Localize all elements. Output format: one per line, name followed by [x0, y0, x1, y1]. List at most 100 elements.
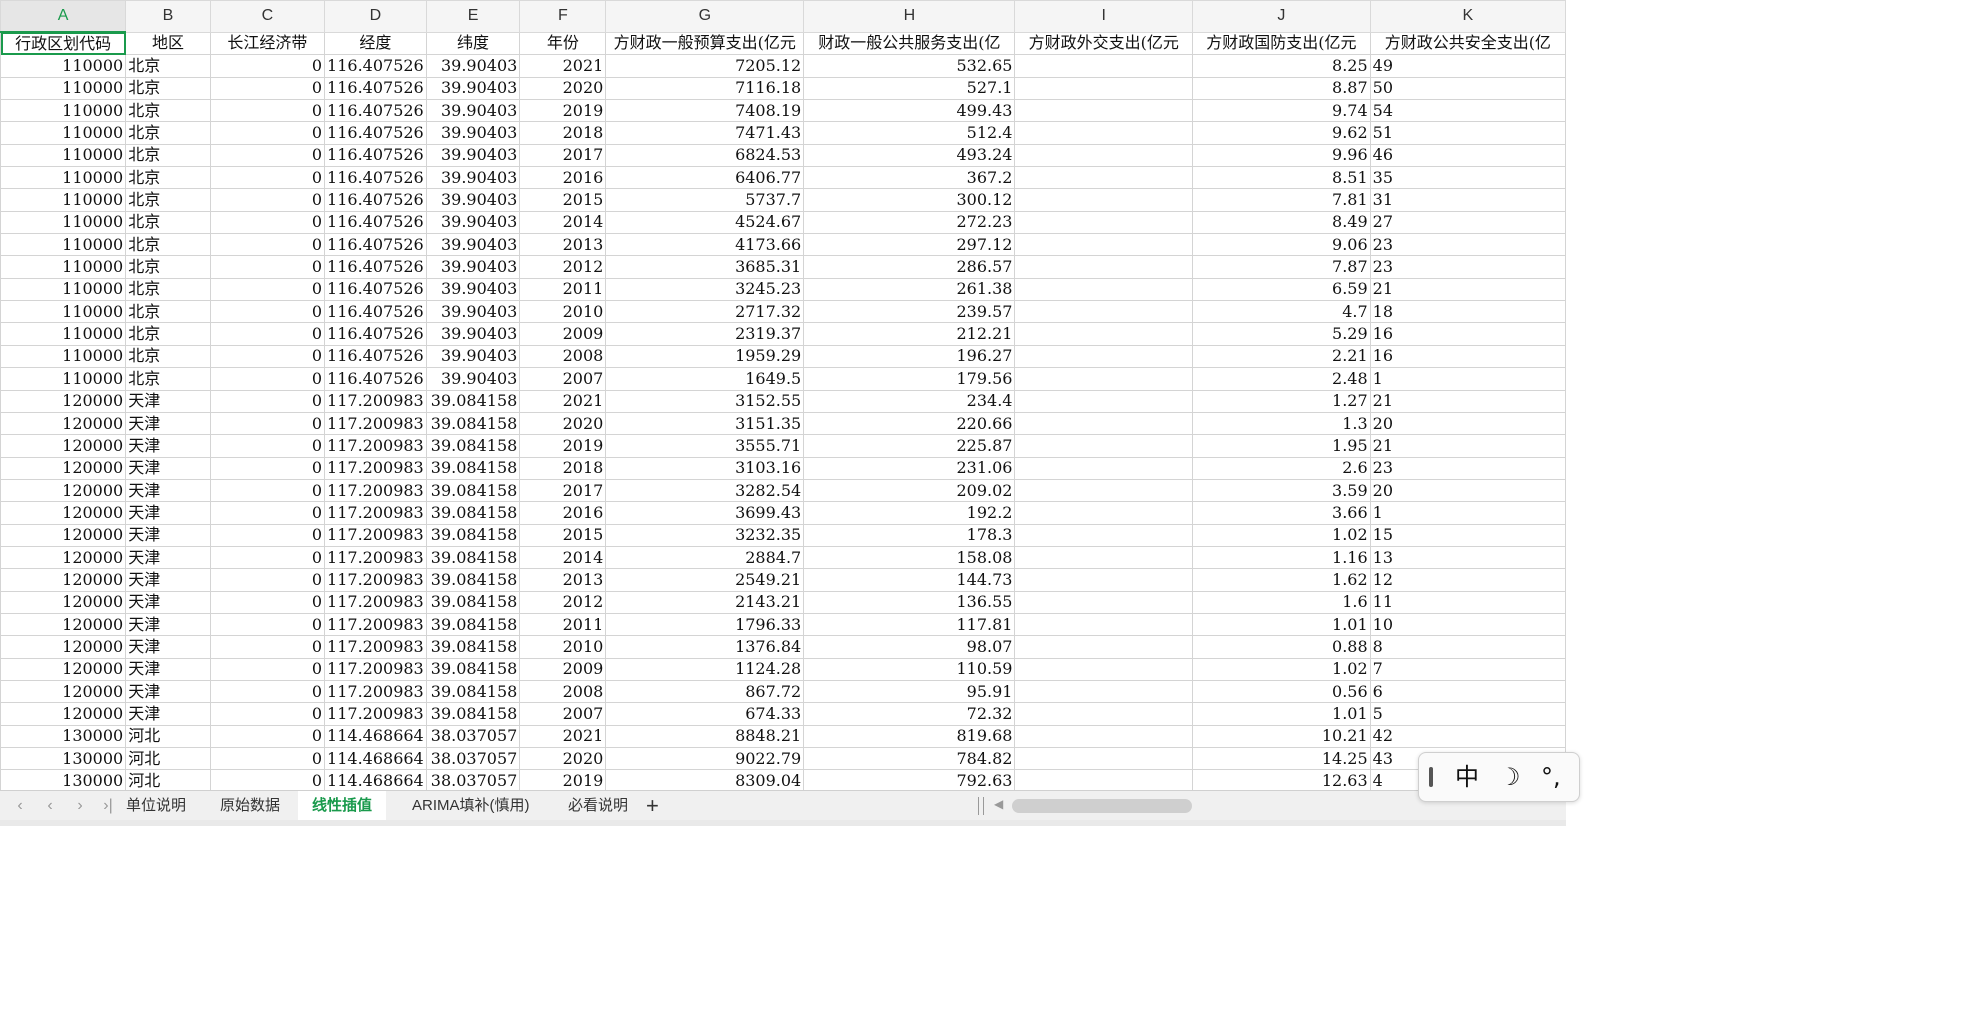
ime-punctuation-toggle[interactable]: °,	[1541, 761, 1561, 793]
table-cell[interactable]: 北京	[125, 76, 211, 101]
table-cell[interactable]: 1.02	[1192, 657, 1371, 681]
table-cell[interactable]: 7.87	[1192, 255, 1371, 279]
table-cell[interactable]: 114.468664	[324, 769, 427, 790]
table-cell[interactable]: 9.96	[1192, 143, 1371, 168]
table-cell[interactable]: 6406.77	[605, 166, 805, 190]
table-cell[interactable]: 1.02	[1192, 523, 1371, 547]
table-cell[interactable]	[1014, 322, 1194, 346]
table-cell[interactable]: 784.82	[803, 746, 1016, 771]
table-cell[interactable]: 1.16	[1192, 545, 1371, 570]
table-cell[interactable]: 1.01	[1192, 702, 1371, 726]
table-cell[interactable]: 286.57	[803, 255, 1016, 279]
table-cell[interactable]	[1014, 300, 1194, 324]
table-cell[interactable]: 120000	[0, 456, 127, 480]
column-header-J[interactable]: J	[1192, 0, 1371, 33]
table-cell[interactable]: 39.90403	[425, 367, 521, 391]
table-cell[interactable]: 0	[209, 255, 326, 279]
table-cell[interactable]: 北京	[125, 277, 211, 302]
table-cell[interactable]: 110000	[0, 322, 127, 346]
table-cell[interactable]: 3.59	[1192, 478, 1371, 503]
prev-sheet-icon[interactable]: ‹	[40, 796, 60, 816]
table-cell[interactable]: 天津	[125, 501, 211, 525]
table-cell[interactable]: 120000	[0, 434, 127, 458]
table-cell[interactable]: 15	[1369, 523, 1566, 547]
ime-language-toggle[interactable]: 中	[1455, 761, 1479, 793]
table-cell[interactable]: 42	[1369, 724, 1566, 749]
sheet-tab[interactable]: 单位说明	[112, 791, 200, 821]
table-cell[interactable]: 144.73	[803, 568, 1016, 592]
column-header-E[interactable]: E	[425, 0, 521, 33]
table-cell[interactable]: 2014	[519, 210, 607, 235]
table-cell[interactable]: 120000	[0, 545, 127, 570]
table-cell[interactable]: 0	[209, 344, 326, 369]
table-cell[interactable]: 7205.12	[605, 54, 805, 78]
table-cell[interactable]: 0	[209, 389, 326, 413]
table-cell[interactable]: 天津	[125, 456, 211, 480]
table-cell[interactable]: 3699.43	[605, 501, 805, 525]
ime-grip-icon[interactable]	[1429, 767, 1433, 787]
table-cell[interactable]: 110000	[0, 143, 127, 168]
table-cell[interactable]: 2008	[519, 344, 607, 369]
table-cell[interactable]: 2018	[519, 121, 607, 145]
ime-mode-moon-icon[interactable]: ☽	[1499, 761, 1521, 793]
table-cell[interactable]	[1014, 746, 1194, 771]
table-cell[interactable]: 39.90403	[425, 255, 521, 279]
table-cell[interactable]: 39.084158	[425, 456, 521, 480]
table-cell[interactable]: 20	[1369, 478, 1566, 503]
spreadsheet-grid[interactable]: ABCDEFGHIJK 行政区划代码 地区 长江经济带 经度 纬度 年份 方财政一般预算支出…	[0, 0, 1566, 790]
table-cell[interactable]: 2021	[519, 724, 607, 749]
table-cell[interactable]: 北京	[125, 255, 211, 279]
table-cell[interactable]: 北京	[125, 121, 211, 145]
column-header-I[interactable]: I	[1014, 0, 1194, 33]
table-cell[interactable]: 天津	[125, 612, 211, 637]
table-cell[interactable]: 北京	[125, 300, 211, 324]
table-cell[interactable]: 0	[209, 635, 326, 659]
table-cell[interactable]: 2013	[519, 568, 607, 592]
table-cell[interactable]: 天津	[125, 635, 211, 659]
table-cell[interactable]: 2007	[519, 367, 607, 391]
table-cell[interactable]: 39.90403	[425, 99, 521, 123]
table-cell[interactable]: 261.38	[803, 277, 1016, 302]
table-cell[interactable]: 21	[1369, 434, 1566, 458]
table-cell[interactable]: 6.59	[1192, 277, 1371, 302]
table-cell[interactable]: 120000	[0, 568, 127, 592]
table-cell[interactable]: 39.084158	[425, 501, 521, 525]
table-cell[interactable]: 116.407526	[324, 300, 427, 324]
field-header-cell[interactable]: 地区	[125, 31, 211, 56]
table-cell[interactable]	[1014, 702, 1194, 726]
table-cell[interactable]: 120000	[0, 590, 127, 614]
table-cell[interactable]: 9022.79	[605, 746, 805, 771]
table-cell[interactable]: 158.08	[803, 545, 1016, 570]
table-cell[interactable]: 120000	[0, 657, 127, 681]
table-cell[interactable]: 116.407526	[324, 233, 427, 257]
sheet-tab[interactable]: 必看说明	[554, 791, 642, 821]
table-cell[interactable]: 北京	[125, 210, 211, 235]
table-cell[interactable]: 10.21	[1192, 724, 1371, 749]
table-cell[interactable]: 2020	[519, 746, 607, 771]
table-cell[interactable]: 9.62	[1192, 121, 1371, 145]
table-cell[interactable]: 2011	[519, 277, 607, 302]
table-cell[interactable]: 23	[1369, 456, 1566, 480]
table-cell[interactable]: 117.200983	[324, 635, 427, 659]
table-cell[interactable]: 0	[209, 434, 326, 458]
table-cell[interactable]: 2319.37	[605, 322, 805, 346]
table-cell[interactable]: 98.07	[803, 635, 1016, 659]
table-cell[interactable]: 2019	[519, 99, 607, 123]
table-cell[interactable]: 2015	[519, 188, 607, 212]
table-cell[interactable]: 8.51	[1192, 166, 1371, 190]
table-cell[interactable]	[1014, 389, 1194, 413]
table-cell[interactable]: 北京	[125, 99, 211, 123]
table-cell[interactable]	[1014, 724, 1194, 749]
table-cell[interactable]: 0	[209, 411, 326, 436]
table-cell[interactable]: 2.6	[1192, 456, 1371, 480]
table-cell[interactable]: 1959.29	[605, 344, 805, 369]
table-cell[interactable]: 532.65	[803, 54, 1016, 78]
table-cell[interactable]: 8848.21	[605, 724, 805, 749]
table-cell[interactable]: 2020	[519, 411, 607, 436]
next-sheet-icon[interactable]: ›	[70, 796, 90, 816]
table-cell[interactable]: 6824.53	[605, 143, 805, 168]
table-cell[interactable]: 0	[209, 724, 326, 749]
table-cell[interactable]: 110000	[0, 277, 127, 302]
table-cell[interactable]: 0	[209, 456, 326, 480]
table-cell[interactable]: 天津	[125, 411, 211, 436]
